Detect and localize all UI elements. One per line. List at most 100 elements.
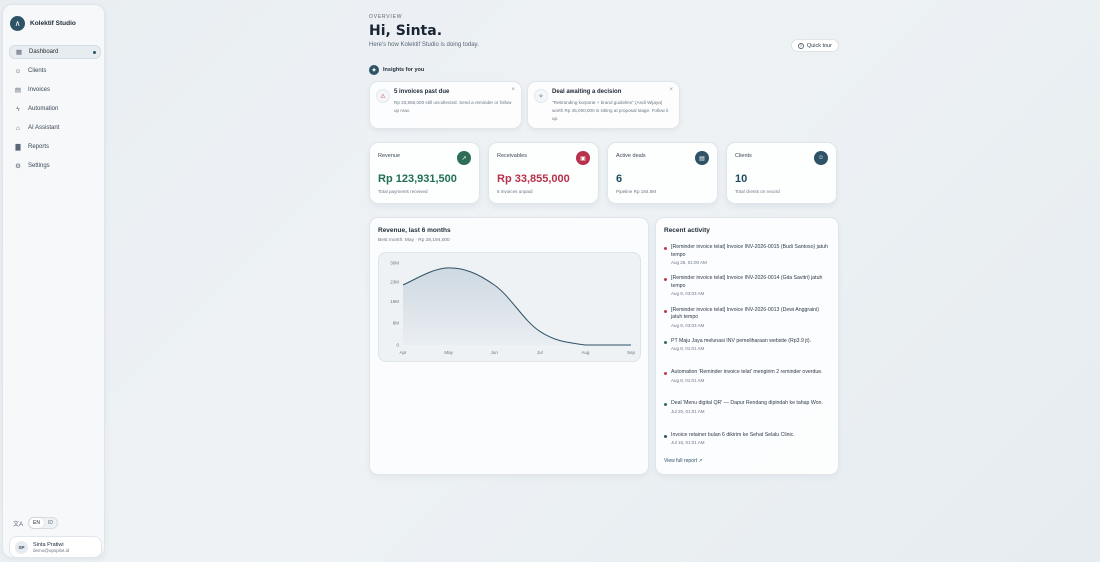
sidebar-nav: ▦ Dashboard ☺ Clients ▤ Invoices ϟ Autom… [9, 45, 101, 178]
bar-chart-icon: ▇ [15, 144, 21, 151]
insight-card-past-due[interactable]: ⚠ 5 invoices past due Rp 33,855,000 stil… [369, 81, 522, 129]
page-title: Hi, Sinta. [369, 23, 443, 39]
activity-item: Automation 'Reminder invoice telat' meng… [664, 369, 830, 400]
stat-note: Total clients on record [735, 189, 780, 194]
trend-up-icon: ↗ [457, 151, 471, 165]
sidebar-item-label: Clients [28, 68, 47, 74]
insight-card-deal[interactable]: ✧ Deal awaiting a decision "Rebranding k… [527, 81, 680, 129]
brand-name: Kolektif Studio [30, 20, 76, 27]
x-tick-label: Sep [627, 350, 636, 355]
sidebar-item-label: Invoices [28, 87, 51, 93]
stat-card-clients[interactable]: Clients ☺ 10 Total clients on record [726, 142, 837, 204]
sidebar-item-settings[interactable]: ⚙ Settings [9, 159, 101, 173]
chart-area: 0 8M 16M 23M 30M Apr May Jun Jul Aug Sep [378, 252, 641, 362]
stat-value: 6 [616, 173, 623, 185]
stat-card-receivables[interactable]: Receivables ▣ Rp 33,855,000 5 invoices u… [488, 142, 599, 204]
activity-text: [Reminder invoice telat] Invoice INV-202… [671, 275, 823, 289]
receipt-icon: ▣ [576, 151, 590, 165]
sidebar-item-label: Reports [28, 144, 50, 150]
sidebar-item-reports[interactable]: ▇ Reports [9, 140, 101, 154]
x-tick-label: Aug [581, 350, 590, 355]
view-full-report-link[interactable]: View full report ↗ [664, 458, 703, 464]
activity-list: [Reminder invoice telat] Invoice INV-202… [664, 244, 830, 463]
brand[interactable]: ∧ Kolektif Studio [10, 16, 76, 31]
user-profile[interactable]: SP Sinta Pratiwi demo@opspilot.id [9, 536, 102, 558]
sidebar-item-invoices[interactable]: ▤ Invoices [9, 83, 101, 97]
sidebar-item-ai-assistant[interactable]: ⌂ AI Assistant [9, 121, 101, 135]
quick-tour-label: Quick tour [806, 42, 832, 49]
stat-note: 5 invoices unpaid [497, 189, 533, 194]
activity-text: [Reminder invoice telat] Invoice INV-202… [671, 244, 828, 258]
insight-title: Deal awaiting a decision [552, 89, 622, 95]
recent-activity-card: Recent activity [Reminder invoice telat]… [655, 217, 839, 475]
y-tick-label: 23M [390, 280, 399, 285]
y-tick-label: 8M [393, 321, 400, 326]
stat-card-revenue[interactable]: Revenue ↗ Rp 123,931,500 Total payments … [369, 142, 480, 204]
bolt-icon: ϟ [16, 105, 20, 113]
status-dot [664, 372, 667, 376]
revenue-chart: 0 8M 16M 23M 30M Apr May Jun Jul Aug Sep [390, 261, 636, 356]
sidebar-item-clients[interactable]: ☺ Clients [9, 64, 101, 78]
sidebar-item-dashboard[interactable]: ▦ Dashboard [9, 45, 101, 59]
x-tick-label: Apr [399, 350, 407, 355]
stat-value: Rp 123,931,500 [378, 173, 457, 185]
lang-option-id[interactable]: ID [44, 518, 57, 528]
sidebar: ∧ Kolektif Studio ▦ Dashboard ☺ Clients … [2, 4, 105, 558]
user-email: demo@opspilot.id [33, 547, 70, 553]
quick-tour-button[interactable]: ? Quick tour [790, 39, 839, 52]
activity-item: [Reminder invoice telat] Invoice INV-202… [664, 275, 830, 306]
sparkle-icon: ✦ [369, 65, 379, 75]
status-dot [664, 403, 667, 407]
status-dot [664, 278, 667, 282]
activity-title: Recent activity [664, 227, 710, 234]
user-info: Sinta Pratiwi demo@opspilot.id [33, 542, 69, 553]
active-indicator [93, 51, 96, 54]
language-toggle: EN ID [28, 517, 58, 529]
sidebar-item-label: AI Assistant [28, 125, 60, 131]
stat-value: 10 [735, 173, 748, 185]
status-dot [664, 434, 667, 438]
insight-body: "Rebranding korporat + brand guideline" … [552, 100, 669, 121]
activity-time: Aug 9, 03:03 AM [671, 291, 705, 297]
language-switcher: 文A EN ID [13, 517, 58, 529]
status-dot [664, 247, 667, 250]
activity-item: Deal 'Menu digital QR' — Dapur Rendang d… [664, 400, 830, 431]
stat-card-active-deals[interactable]: Active deals ▤ 6 Pipeline Rp 184.5M [607, 142, 718, 204]
x-tick-label: Jun [491, 350, 499, 355]
stat-note: Total payments received [378, 189, 428, 194]
avatar: SP [15, 540, 28, 554]
stat-label: Active deals [616, 153, 646, 159]
insight-title: 5 invoices past due [394, 89, 450, 95]
y-tick-label: 16M [390, 299, 399, 304]
activity-time: Aug 9, 03:03 AM [671, 322, 705, 328]
activity-time: Jul 20, 01:01 AM [671, 408, 705, 414]
y-tick-label: 0 [396, 343, 399, 348]
bot-icon: ⌂ [16, 124, 20, 132]
gear-icon: ⚙ [15, 163, 21, 170]
sparkle-icon: ✧ [534, 89, 548, 103]
y-tick-label: 30M [390, 261, 399, 266]
sidebar-item-label: Dashboard [29, 49, 59, 55]
status-dot [664, 340, 667, 344]
activity-text: Invoice retainer bulan 6 dikirim ke Seha… [671, 431, 795, 438]
close-icon[interactable]: × [669, 87, 673, 93]
activity-time: Aug 25, 01:00 AM [671, 260, 707, 265]
activity-time: Jul 15, 01:01 AM [671, 440, 705, 446]
warning-icon: ⚠ [376, 89, 390, 103]
sidebar-item-label: Automation [28, 106, 59, 112]
sidebar-item-automation[interactable]: ϟ Automation [9, 102, 101, 116]
insights-heading-label: Insights for you [383, 67, 425, 73]
activity-item: [Reminder invoice telat] Invoice INV-202… [664, 244, 830, 275]
insight-body: Rp 33,855,000 still uncollected. Send a … [394, 100, 512, 113]
file-icon: ▤ [14, 87, 22, 94]
activity-time: Aug 8, 01:01 AM [671, 377, 705, 383]
activity-item: PT Maju Jaya melunasi INV pemeliharaan w… [664, 338, 830, 369]
x-tick-label: May [444, 350, 453, 355]
stat-label: Clients [735, 153, 752, 159]
activity-text: [Reminder invoice telat] Invoice INV-202… [671, 306, 819, 321]
close-icon[interactable]: × [511, 87, 515, 93]
activity-text: Deal 'Menu digital QR' — Dapur Rendang d… [671, 400, 823, 407]
lang-option-en[interactable]: EN [29, 518, 44, 528]
page-eyebrow: OVERVIEW [369, 14, 403, 20]
status-dot [664, 309, 667, 313]
